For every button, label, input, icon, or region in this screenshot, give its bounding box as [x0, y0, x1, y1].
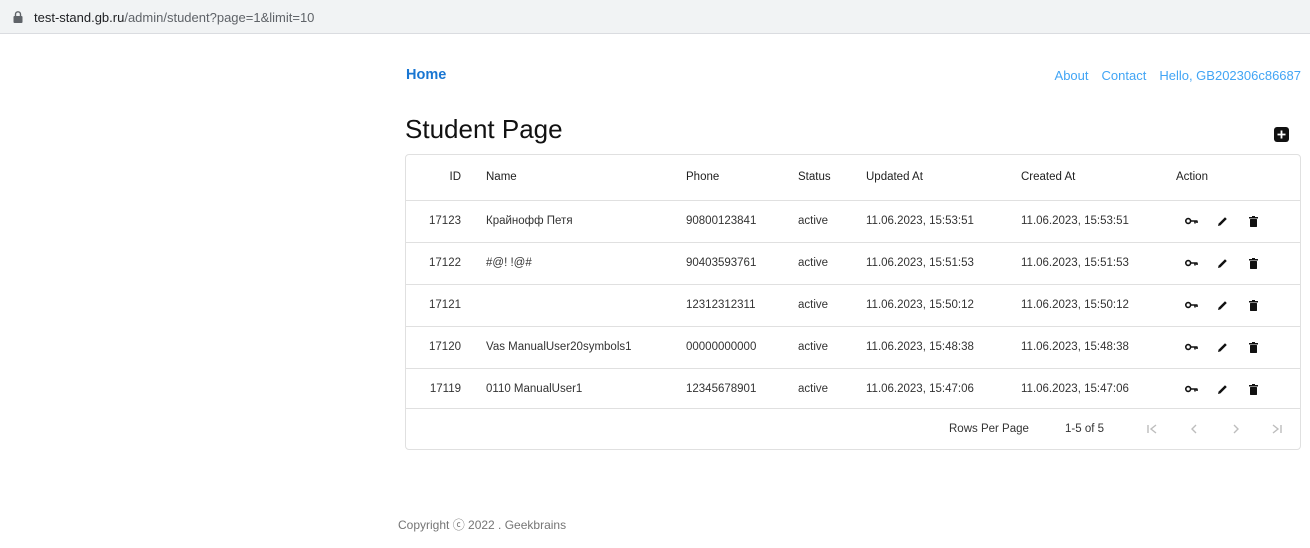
rows-per-page-label: Rows Per Page [949, 423, 1029, 435]
delete-icon[interactable] [1238, 295, 1269, 315]
first-page-icon [1147, 424, 1157, 434]
cell-phone: 90403593761 [686, 257, 757, 269]
cell-actions [1176, 284, 1300, 326]
nav-contact-link[interactable]: Contact [1102, 68, 1147, 83]
table-row: 17120 Vas ManualUser20symbols1 00000000000… [406, 326, 1300, 368]
last-page-icon [1272, 424, 1282, 434]
students-table-card: ID Name Phone Status Updated At Created … [405, 154, 1301, 450]
nav-home-link[interactable]: Home [406, 67, 446, 83]
column-header-id[interactable]: ID [406, 155, 486, 200]
cell-updated-at: 11.06.2023, 15:50:12 [866, 299, 974, 311]
students-table: ID Name Phone Status Updated At Created … [406, 155, 1300, 410]
edit-icon[interactable] [1207, 253, 1238, 273]
cell-id: 17120 [429, 341, 461, 353]
cell-created-at: 11.06.2023, 15:53:51 [1021, 215, 1129, 227]
cell-status: active [798, 383, 829, 396]
cell-name: 0110 ManualUser1 [486, 383, 583, 396]
edit-icon[interactable] [1207, 295, 1238, 315]
key-icon[interactable] [1176, 253, 1207, 273]
column-header-status[interactable]: Status [798, 155, 866, 200]
key-icon[interactable] [1176, 295, 1207, 315]
footer-copyright: Copyright ⓒ 2022 . Geekbrains [398, 518, 567, 532]
cell-id: 17123 [429, 215, 461, 227]
next-page-button[interactable] [1228, 421, 1244, 437]
cell-name: Крайнофф Петя [486, 215, 573, 227]
cell-updated-at: 11.06.2023, 15:48:38 [866, 341, 974, 353]
first-page-button[interactable] [1144, 421, 1160, 437]
cell-name: #@! !@# [486, 257, 532, 269]
previous-page-button[interactable] [1186, 421, 1202, 437]
key-icon[interactable] [1176, 379, 1207, 399]
delete-icon[interactable] [1238, 253, 1269, 273]
key-icon[interactable] [1176, 211, 1207, 231]
table-row: 17119 0110 ManualUser1 12345678901 active 11… [406, 368, 1300, 410]
column-header-action: Action [1176, 171, 1208, 184]
row-actions [1176, 379, 1300, 399]
cell-id: 17121 [429, 299, 461, 311]
delete-icon[interactable] [1238, 337, 1269, 357]
delete-icon[interactable] [1238, 211, 1269, 231]
browser-address-bar: test-stand.gb.ru/admin/student?page=1&li… [0, 0, 1310, 34]
user-greeting-link[interactable]: Hello, GB202306c86687 [1159, 68, 1301, 83]
cell-created-at: 11.06.2023, 15:48:38 [1021, 341, 1129, 353]
delete-icon[interactable] [1238, 379, 1269, 399]
table-row: 17123 Крайнофф Петя 90800123841 active 11.06… [406, 200, 1300, 242]
cell-name [486, 284, 686, 326]
edit-icon[interactable] [1207, 379, 1238, 399]
column-header-name[interactable]: Name [486, 155, 686, 200]
table-header-row: ID Name Phone Status Updated At Created … [406, 155, 1300, 200]
cell-updated-at: 11.06.2023, 15:53:51 [866, 215, 974, 227]
edit-icon[interactable] [1207, 211, 1238, 231]
column-header-updated-at[interactable]: Updated At [866, 155, 1021, 200]
cell-created-at: 11.06.2023, 15:47:06 [1021, 383, 1129, 396]
cell-actions [1176, 368, 1300, 410]
row-actions [1176, 295, 1300, 315]
pagination-range: 1-5 of 5 [1065, 423, 1104, 435]
row-actions [1176, 253, 1300, 273]
cell-status: active [798, 257, 829, 269]
url-host: test-stand.gb.ru [34, 10, 125, 25]
cell-status: active [798, 299, 829, 311]
cell-actions [1176, 200, 1300, 242]
key-icon[interactable] [1176, 337, 1207, 357]
page-title: Student Page [405, 114, 563, 144]
cell-phone: 90800123841 [686, 215, 757, 227]
chevron-left-icon [1191, 424, 1197, 434]
chevron-right-icon [1233, 424, 1239, 434]
url-path: /admin/student?page=1&limit=10 [124, 10, 315, 25]
cell-phone: 12312312311 [686, 299, 756, 311]
column-header-phone[interactable]: Phone [686, 155, 798, 200]
edit-icon[interactable] [1207, 337, 1238, 357]
cell-created-at: 11.06.2023, 15:51:53 [1021, 257, 1129, 269]
plus-icon [1277, 130, 1286, 139]
table-row: 17122 #@! !@# 90403593761 active 11.06.2023,… [406, 242, 1300, 284]
pagination-bar: Rows Per Page 1-5 of 5 [406, 408, 1300, 449]
cell-updated-at: 11.06.2023, 15:51:53 [866, 257, 974, 269]
cell-name: Vas ManualUser20symbols1 [486, 341, 632, 353]
cell-status: active [798, 341, 829, 353]
column-header-created-at[interactable]: Created At [1021, 155, 1176, 200]
add-student-button[interactable] [1274, 127, 1289, 142]
cell-updated-at: 11.06.2023, 15:47:06 [866, 383, 974, 396]
table-row: 17121 12312312311 active 11.06.2023, 15:50:… [406, 284, 1300, 326]
row-actions [1176, 211, 1300, 231]
cell-actions [1176, 242, 1300, 284]
last-page-button[interactable] [1269, 421, 1285, 437]
nav-about-link[interactable]: About [1055, 68, 1089, 83]
cell-phone: 00000000000 [686, 341, 757, 353]
lock-icon [13, 11, 23, 23]
cell-id: 17122 [429, 257, 461, 269]
url-field[interactable]: test-stand.gb.ru/admin/student?page=1&li… [34, 10, 314, 25]
cell-actions [1176, 326, 1300, 368]
cell-created-at: 11.06.2023, 15:50:12 [1021, 299, 1129, 311]
row-actions [1176, 337, 1300, 357]
nav-right-links: About Contact Hello, GB202306c86687 [1042, 68, 1301, 83]
cell-phone: 12345678901 [686, 383, 757, 396]
cell-status: active [798, 215, 829, 227]
cell-id: 17119 [429, 383, 461, 396]
